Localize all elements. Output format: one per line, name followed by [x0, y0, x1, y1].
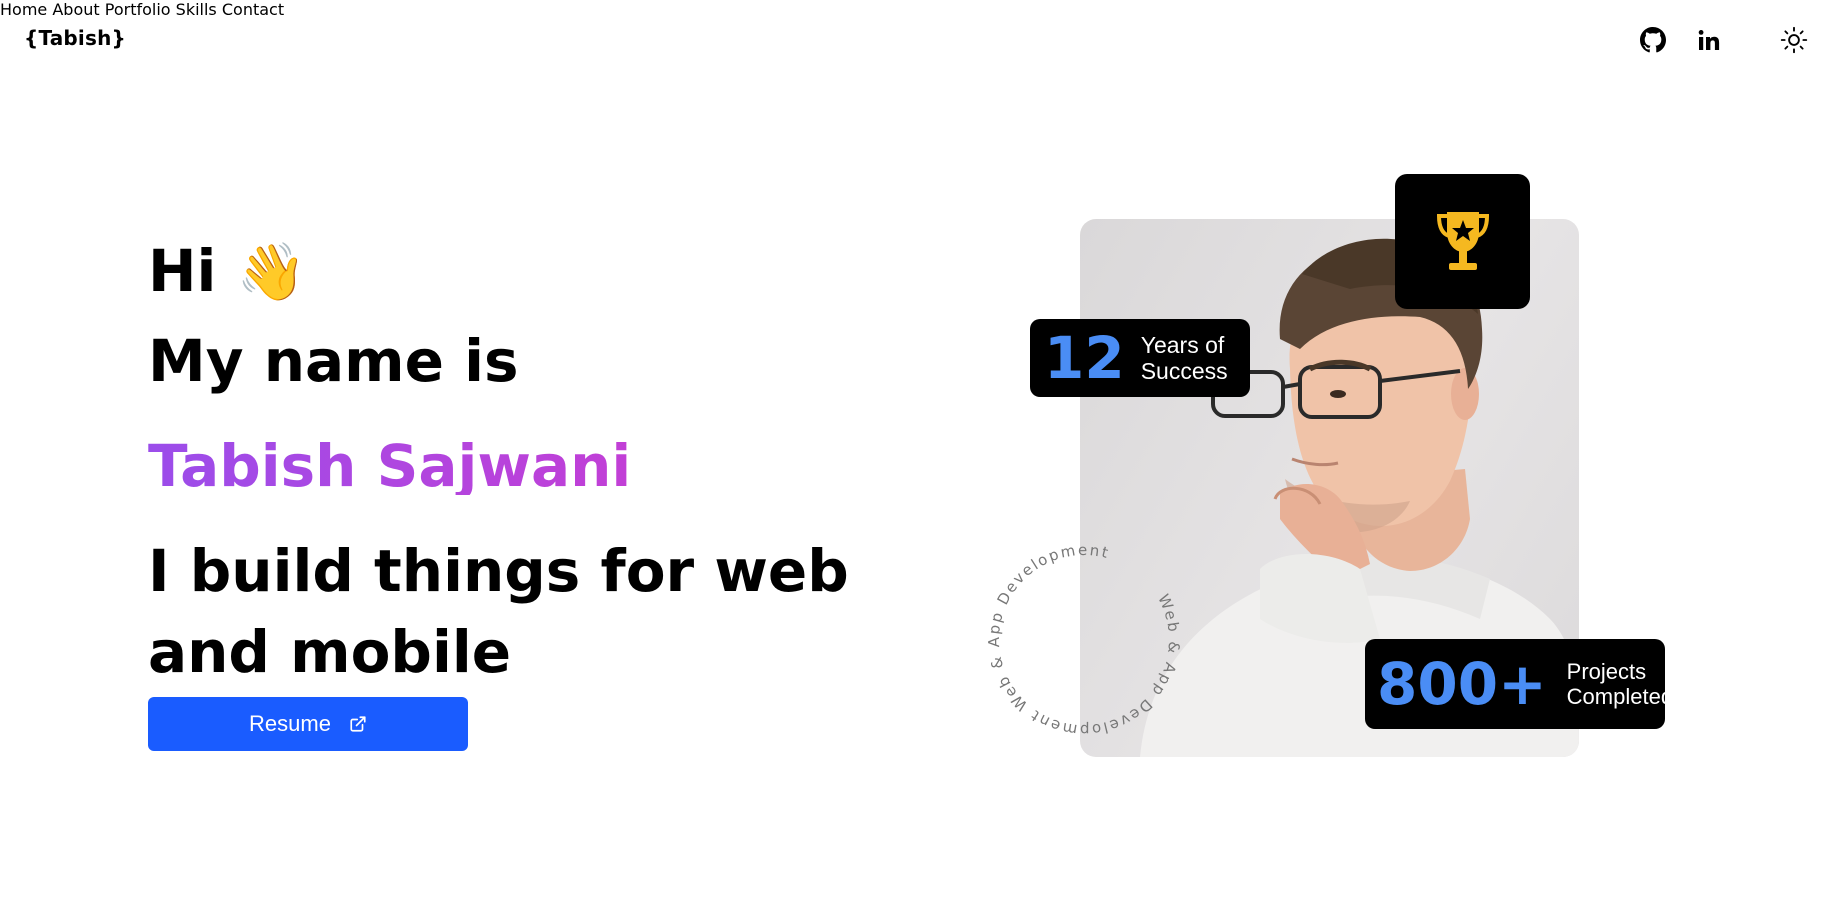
- site-logo[interactable]: {Tabish}: [24, 26, 126, 50]
- nav-skills[interactable]: Skills: [176, 0, 217, 19]
- nav-contact[interactable]: Contact: [222, 0, 284, 19]
- sun-icon[interactable]: [1779, 25, 1809, 55]
- projects-label-line1: Projects: [1566, 658, 1647, 684]
- resume-label: Resume: [249, 711, 331, 736]
- projects-label: Projects Completed: [1567, 659, 1673, 710]
- tagline-line-2: and mobile: [148, 618, 512, 686]
- nav-portfolio[interactable]: Portfolio: [105, 0, 171, 19]
- nav-about[interactable]: About: [52, 0, 99, 19]
- years-stat-card: 12 Years of Success: [1030, 319, 1250, 397]
- trophy-badge: [1395, 174, 1530, 309]
- github-icon[interactable]: [1638, 25, 1668, 55]
- years-label-line1: Years of: [1140, 331, 1225, 358]
- projects-label-line2: Completed: [1566, 684, 1674, 709]
- circular-text: Web & App Development Web & App Developm…: [984, 540, 1184, 740]
- portfolio-page: {Tabish} Home About Portfolio Skills Con…: [0, 0, 1832, 914]
- projects-value: 800+: [1377, 650, 1547, 718]
- name-heading: Tabish Sajwani: [148, 432, 632, 500]
- wave-emoji-icon: 👋: [236, 240, 307, 305]
- years-value: 12: [1044, 324, 1125, 392]
- external-link-icon: [350, 716, 366, 732]
- main-nav: Home About Portfolio Skills Contact: [0, 0, 1832, 54]
- greeting-heading: Hi 👋: [148, 242, 306, 301]
- linkedin-icon[interactable]: [1694, 25, 1724, 55]
- projects-stat-card: 800+ Projects Completed: [1365, 639, 1673, 729]
- tagline-line-1: I build things for web: [148, 537, 849, 605]
- nav-home[interactable]: Home: [0, 0, 47, 19]
- svg-text:Web & App Development Web & Ap: Web & App Development Web & App Developm…: [984, 540, 1184, 740]
- greeting-text: Hi: [148, 237, 217, 305]
- circular-text-badge: Web & App Development Web & App Developm…: [984, 540, 1184, 740]
- years-label: Years of Success: [1141, 332, 1228, 385]
- intro-heading: My name is: [148, 327, 519, 395]
- resume-button[interactable]: Resume: [148, 697, 468, 751]
- years-label-line2: Success: [1140, 358, 1228, 384]
- trophy-icon: [1436, 211, 1489, 270]
